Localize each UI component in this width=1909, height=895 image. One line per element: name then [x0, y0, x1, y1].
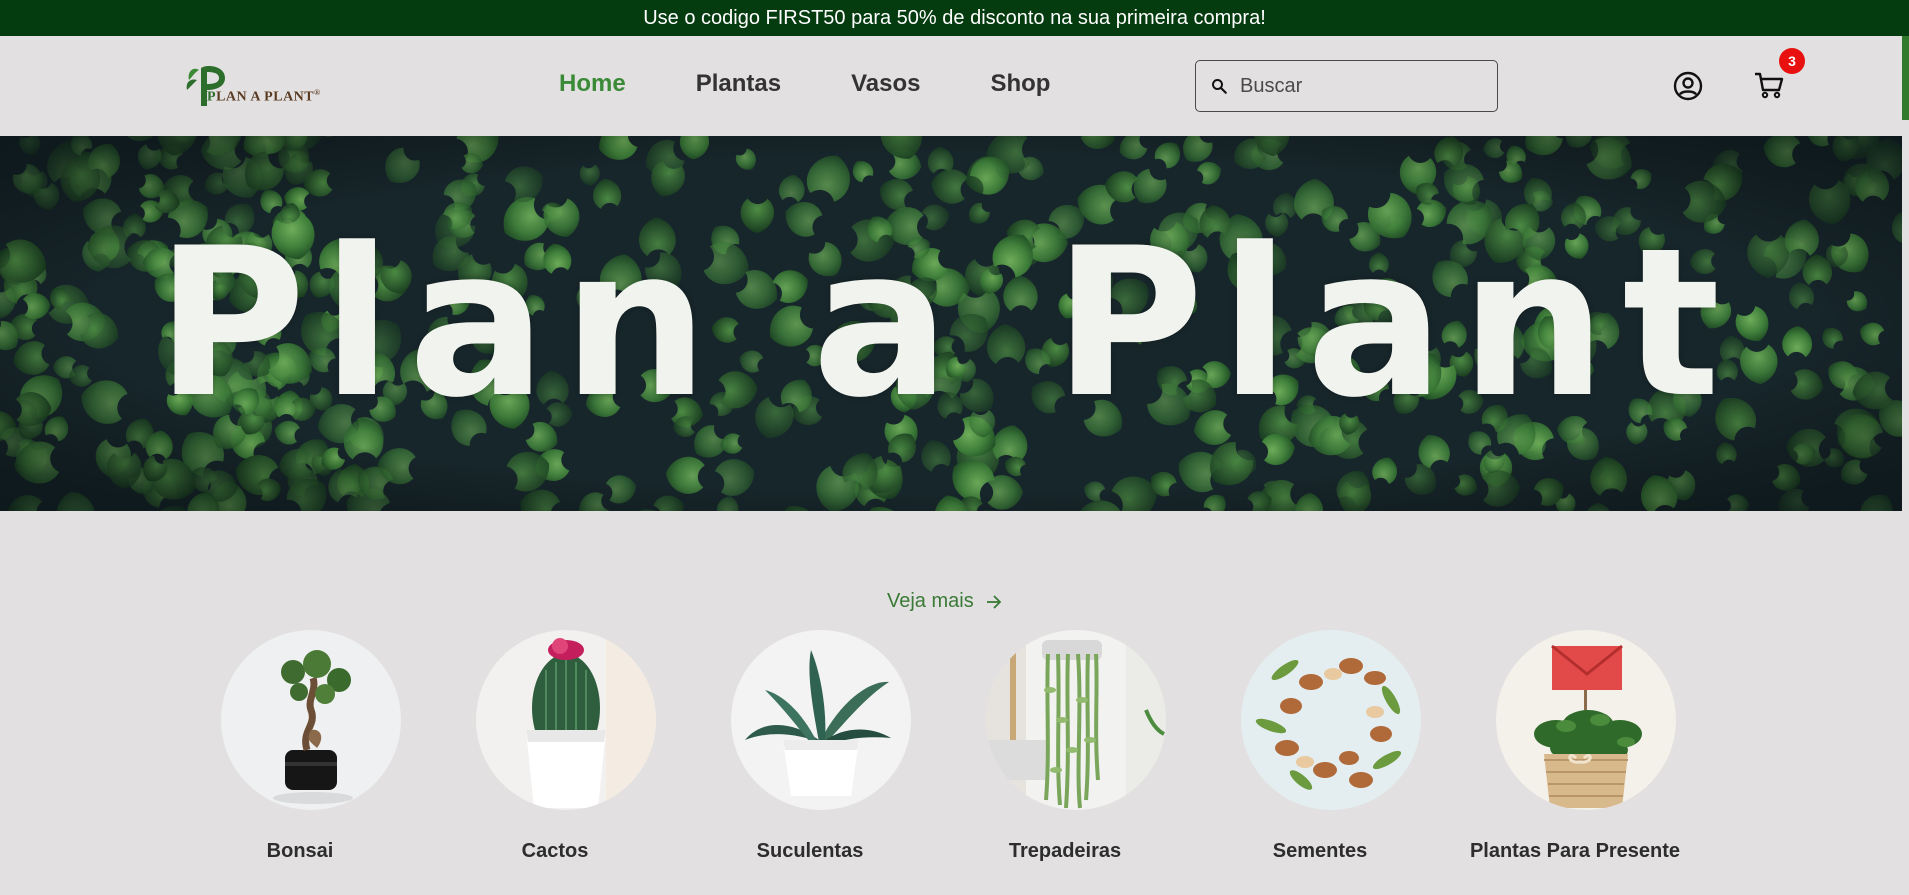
category-label: Cactos — [521, 840, 589, 862]
search-box[interactable] — [1195, 60, 1498, 112]
cart-button[interactable] — [1752, 68, 1786, 102]
see-more-link[interactable]: Veja mais — [887, 590, 1004, 613]
category-bonsai[interactable]: Bonsai — [190, 630, 410, 870]
arrow-right-icon — [986, 594, 1001, 609]
cart-icon — [1755, 72, 1784, 99]
logo[interactable]: PLAN A PLANT® — [183, 58, 353, 114]
nav-shop[interactable]: Shop — [990, 70, 1050, 98]
succulent-image — [731, 630, 911, 810]
category-cactos[interactable]: Cactos — [445, 630, 665, 870]
user-circle-icon — [1673, 71, 1703, 101]
user-account-button[interactable] — [1672, 70, 1704, 102]
category-trepadeiras[interactable]: Trepadeiras — [955, 630, 1175, 870]
seeds-image — [1241, 630, 1421, 810]
bonsai-image — [221, 630, 401, 810]
cart-count-badge: 3 — [1779, 48, 1805, 74]
category-label: Suculentas — [756, 840, 864, 862]
logo-text: PLAN A PLANT® — [207, 88, 321, 105]
cactus-image — [476, 630, 656, 810]
category-sementes[interactable]: Sementes — [1210, 630, 1430, 870]
category-plantas-para-presente[interactable]: Plantas Para Presente — [1465, 630, 1685, 870]
promo-text: Use o codigo FIRST50 para 50% de discont… — [643, 6, 1266, 29]
trailing-plant-image — [986, 630, 1166, 810]
category-label: Sementes — [1272, 840, 1368, 862]
category-suculentas[interactable]: Suculentas — [700, 630, 920, 870]
promo-bar: Use o codigo FIRST50 para 50% de discont… — [0, 0, 1909, 36]
main-nav: Home Plantas Vasos Shop — [559, 70, 1120, 98]
nav-home[interactable]: Home — [559, 70, 626, 98]
category-label: Trepadeiras — [1008, 840, 1122, 862]
gift-plant-image — [1496, 630, 1676, 810]
see-more-label: Veja mais — [887, 590, 974, 612]
scrollbar-thumb[interactable] — [1902, 36, 1909, 120]
category-label: Plantas Para Presente — [1469, 840, 1681, 862]
hero-banner: Plan a Plant — [0, 136, 1902, 511]
search-input[interactable] — [1240, 74, 1480, 98]
search-icon — [1212, 79, 1227, 94]
nav-vasos[interactable]: Vasos — [851, 70, 920, 98]
site-header: PLAN A PLANT® Home Plantas Vasos Shop 3 — [0, 36, 1909, 136]
hero-title: Plan a Plant — [155, 204, 1737, 443]
nav-plantas[interactable]: Plantas — [696, 70, 781, 98]
category-label: Bonsai — [266, 840, 334, 862]
